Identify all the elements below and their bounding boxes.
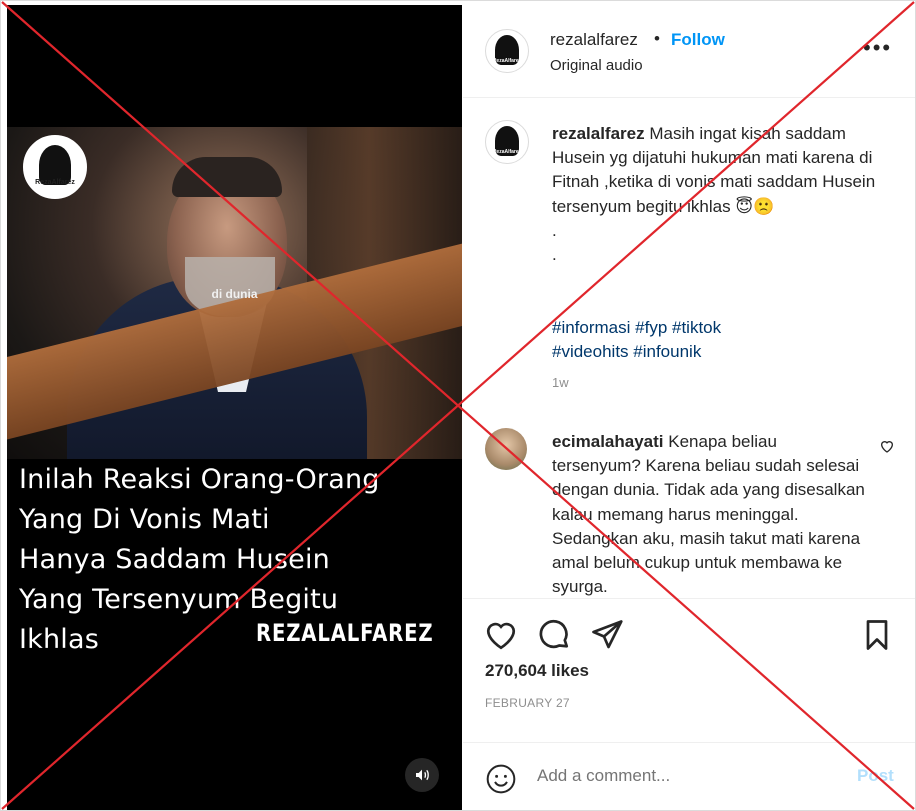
video-frame: di dunia RezaAlfarez	[7, 127, 462, 459]
comment: ecimalahayati Kenapa beliau tersenyum? K…	[552, 430, 867, 598]
channel-badge: RezaAlfarez	[35, 179, 75, 186]
overlay-line: Yang Tersenyum Begitu	[19, 584, 339, 615]
heart-icon[interactable]	[879, 438, 895, 454]
volume-icon	[416, 769, 429, 781]
comment-username[interactable]: ecimalahayati	[552, 432, 664, 451]
comment-icon[interactable]	[536, 617, 572, 653]
caption-time: 1w	[552, 375, 569, 390]
action-bar: 270,604 likes FEBRUARY 27	[463, 598, 915, 747]
watermark: REZALALFAREZ	[256, 619, 434, 647]
hashtags: #informasi #fyp #tiktok #videohits #info…	[552, 316, 892, 364]
hashtag-line[interactable]: #informasi #fyp #tiktok	[552, 316, 892, 340]
post-dialog: di dunia RezaAlfarez Inilah Reaksi Orang…	[0, 0, 916, 811]
bookmark-icon[interactable]	[859, 617, 895, 653]
share-icon[interactable]	[589, 617, 625, 653]
overlay-line: Yang Di Vonis Mati	[19, 504, 270, 535]
avatar-badge: RezaAlfarez	[492, 149, 522, 155]
post-date: FEBRUARY 27	[485, 696, 570, 710]
post-side-panel: RezaAlfarez rezalalfarez • Follow Origin…	[463, 5, 915, 810]
comments-section[interactable]: RezaAlfarez rezalalfarez Masih ingat kis…	[463, 98, 915, 598]
post-header: RezaAlfarez rezalalfarez • Follow Origin…	[463, 5, 915, 98]
more-options-icon[interactable]: •••	[863, 35, 892, 61]
overlay-line: Inilah Reaksi Orang-Orang	[19, 464, 380, 495]
avatar-badge: RezaAlfarez	[492, 58, 522, 64]
caption-dot: .	[552, 245, 557, 265]
mute-toggle-button[interactable]	[405, 758, 439, 792]
likes-count[interactable]: 270,604 likes	[485, 661, 589, 681]
header-username[interactable]: rezalalfarez	[550, 30, 638, 50]
comment-text: Kenapa beliau tersenyum? Karena beliau s…	[552, 432, 865, 597]
caption-avatar[interactable]: RezaAlfarez	[485, 120, 529, 164]
channel-avatar: RezaAlfarez	[23, 135, 87, 199]
post-button[interactable]: Post	[857, 766, 894, 786]
comment-bar: Post	[463, 742, 915, 807]
caption-username[interactable]: rezalalfarez	[552, 124, 645, 143]
avatar[interactable]: RezaAlfarez	[485, 29, 529, 73]
comment-input[interactable]	[537, 761, 837, 791]
caption: rezalalfarez Masih ingat kisah saddam Hu…	[552, 122, 892, 267]
frame-caption: di dunia	[211, 287, 258, 301]
hashtag-line[interactable]: #videohits #infounik	[552, 340, 892, 364]
audio-link[interactable]: Original audio	[550, 57, 643, 74]
heart-icon[interactable]	[483, 617, 519, 653]
overlay-line: Hanya Saddam Husein	[19, 544, 330, 575]
follow-button[interactable]: Follow	[671, 30, 725, 50]
caption-dot: .	[552, 220, 557, 240]
commenter-avatar[interactable]	[485, 428, 527, 470]
emoji-icon[interactable]	[485, 763, 517, 795]
video-player[interactable]: di dunia RezaAlfarez Inilah Reaksi Orang…	[7, 5, 462, 810]
separator-dot: •	[654, 29, 660, 48]
